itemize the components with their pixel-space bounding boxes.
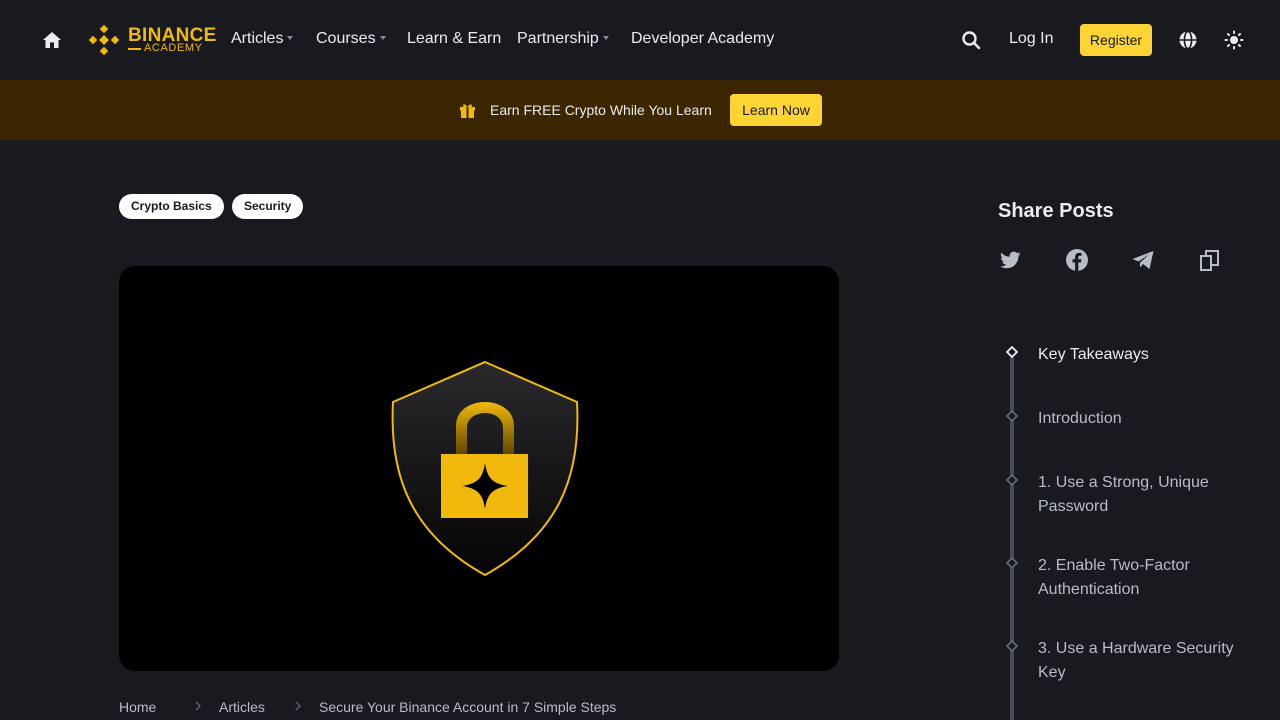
- chevron-down-icon: [379, 35, 386, 40]
- home-icon[interactable]: [42, 30, 62, 50]
- nav-courses-label: Courses: [316, 30, 376, 47]
- breadcrumb-home[interactable]: Home: [119, 699, 156, 715]
- top-nav: BINANCE ACADEMY Articles Courses Learn &…: [0, 0, 1280, 80]
- breadcrumb-articles[interactable]: Articles: [219, 699, 265, 715]
- facebook-icon[interactable]: [1065, 248, 1089, 272]
- article-hero-image: [119, 266, 839, 671]
- nav-articles[interactable]: Articles: [231, 30, 294, 48]
- chevron-down-icon: [287, 35, 294, 40]
- chevron-right-icon: [295, 701, 301, 711]
- nav-learn-earn-label: Learn & Earn: [407, 30, 502, 47]
- share-title: Share Posts: [998, 200, 1114, 222]
- toc-marker-active: [1006, 346, 1018, 358]
- tag-security[interactable]: Security: [232, 194, 304, 219]
- toc-marker: [1006, 474, 1018, 486]
- toc-item-two-factor[interactable]: 2. Enable Two-Factor Authentication: [1038, 554, 1258, 602]
- binance-academy-logo[interactable]: BINANCE ACADEMY: [88, 24, 216, 56]
- binance-logo-icon: [88, 24, 120, 56]
- nav-courses[interactable]: Courses: [316, 30, 386, 48]
- copy-link-icon[interactable]: [1198, 248, 1222, 272]
- shield-lock-icon: [391, 360, 579, 577]
- telegram-icon[interactable]: [1131, 248, 1155, 272]
- nav-articles-label: Articles: [231, 30, 284, 47]
- promo-text: Earn FREE Crypto While You Learn: [490, 102, 712, 118]
- search-icon[interactable]: [961, 30, 981, 50]
- toc-item-strong-password[interactable]: 1. Use a Strong, Unique Password: [1038, 471, 1258, 519]
- chevron-right-icon: [195, 701, 201, 711]
- nav-developer-academy[interactable]: Developer Academy: [631, 30, 774, 48]
- nav-partnership[interactable]: Partnership: [517, 30, 609, 48]
- nav-developer-academy-label: Developer Academy: [631, 30, 775, 47]
- toc-track: [1010, 352, 1014, 720]
- toc-marker: [1006, 640, 1018, 652]
- toc-item-key-takeaways[interactable]: Key Takeaways: [1038, 343, 1258, 367]
- learn-now-button[interactable]: Learn Now: [730, 94, 822, 126]
- promo-banner: Earn FREE Crypto While You Learn Learn N…: [0, 80, 1280, 140]
- breadcrumb-current: Secure Your Binance Account in 7 Simple …: [319, 699, 617, 715]
- logo-subword: ACADEMY: [144, 42, 203, 54]
- toc-item-hardware-key[interactable]: 3. Use a Hardware Security Key: [1038, 637, 1258, 685]
- twitter-icon[interactable]: [998, 248, 1022, 272]
- chevron-down-icon: [602, 35, 609, 40]
- globe-icon[interactable]: [1178, 30, 1198, 50]
- gift-icon: [460, 104, 475, 118]
- nav-learn-earn[interactable]: Learn & Earn: [407, 30, 501, 48]
- tag-crypto-basics[interactable]: Crypto Basics: [119, 194, 224, 219]
- nav-partnership-label: Partnership: [517, 30, 599, 47]
- toc-marker: [1006, 410, 1018, 422]
- register-button[interactable]: Register: [1080, 24, 1152, 56]
- toc-item-introduction[interactable]: Introduction: [1038, 407, 1258, 431]
- logo-dash: [128, 48, 141, 50]
- sun-icon[interactable]: [1224, 30, 1244, 50]
- toc-marker: [1006, 557, 1018, 569]
- login-link[interactable]: Log In: [1009, 30, 1053, 48]
